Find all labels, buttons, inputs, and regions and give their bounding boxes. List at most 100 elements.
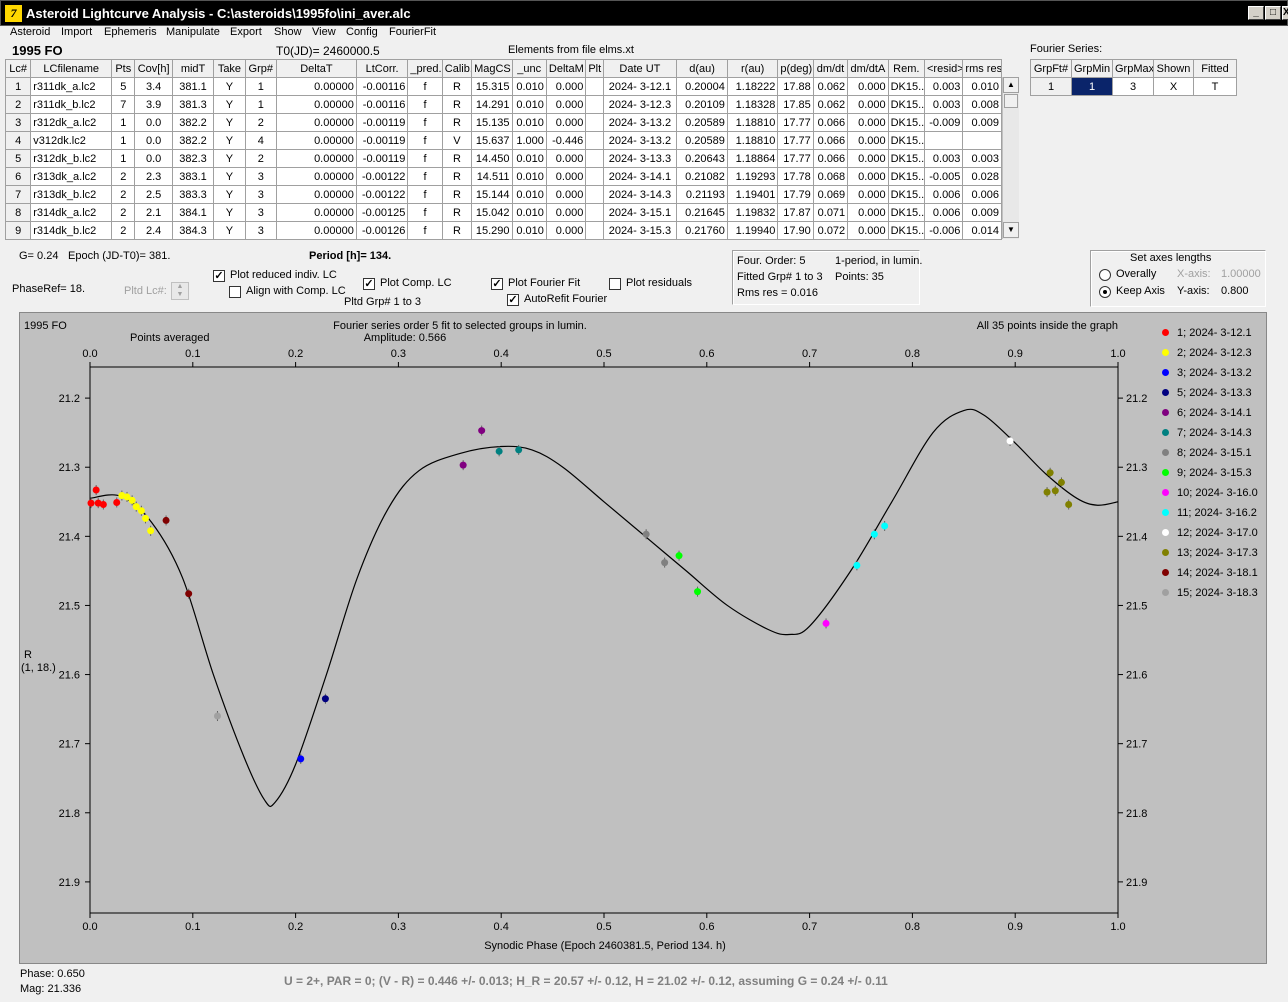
table-cell[interactable]: 2.5 bbox=[134, 185, 173, 204]
table-cell[interactable]: R bbox=[441, 113, 473, 132]
table-cell[interactable]: 1.18810 bbox=[726, 131, 779, 150]
table-cell[interactable]: 3 bbox=[244, 167, 277, 186]
table-cell[interactable]: 0.00000 bbox=[275, 149, 357, 168]
table-cell[interactable]: 0.21645 bbox=[676, 203, 728, 222]
table-cell[interactable]: 15.637 bbox=[471, 131, 513, 150]
fourier-cell-grpft[interactable]: 1 bbox=[1030, 77, 1072, 96]
column-header[interactable]: _unc bbox=[511, 59, 547, 78]
x-axis-value[interactable]: 1.00000 bbox=[1221, 268, 1261, 280]
table-cell[interactable]: -0.009 bbox=[923, 113, 964, 132]
scroll-thumb[interactable] bbox=[1004, 94, 1018, 108]
table-cell[interactable]: 0.000 bbox=[847, 149, 889, 168]
fourier-cell-grpmin[interactable]: 1 bbox=[1071, 77, 1113, 96]
table-cell[interactable]: 5 bbox=[111, 77, 136, 96]
table-cell[interactable]: 2024- 3-14.3 bbox=[602, 185, 678, 204]
table-cell[interactable]: 2 bbox=[244, 149, 277, 168]
table-cell[interactable]: 0.068 bbox=[812, 167, 849, 186]
table-cell[interactable]: 0.010 bbox=[962, 77, 1002, 96]
column-header[interactable]: Date UT bbox=[602, 59, 678, 78]
table-cell[interactable]: r313dk_b.lc2 bbox=[30, 185, 113, 204]
menu-import[interactable]: Import bbox=[61, 26, 92, 38]
table-cell[interactable]: 2.3 bbox=[134, 167, 173, 186]
table-cell[interactable]: 0.006 bbox=[923, 185, 964, 204]
table-cell[interactable]: r314dk_a.lc2 bbox=[30, 203, 113, 222]
table-cell[interactable]: 0.0 bbox=[134, 149, 173, 168]
table-cell[interactable]: -0.00116 bbox=[355, 95, 409, 114]
table-cell[interactable] bbox=[962, 131, 1002, 150]
table-cell[interactable] bbox=[923, 131, 964, 150]
table-cell[interactable]: 2 bbox=[111, 167, 136, 186]
table-cell[interactable]: 1.19940 bbox=[726, 221, 779, 240]
table-cell[interactable]: 2024- 3-12.3 bbox=[602, 95, 678, 114]
table-cell[interactable] bbox=[585, 203, 604, 222]
table-cell[interactable]: 0.000 bbox=[545, 149, 587, 168]
table-cell[interactable]: -0.005 bbox=[923, 167, 964, 186]
table-cell[interactable]: 0.00000 bbox=[275, 95, 357, 114]
table-cell[interactable]: r311dk_b.lc2 bbox=[30, 95, 113, 114]
table-cell[interactable]: Y bbox=[213, 185, 246, 204]
table-cell[interactable]: 0.006 bbox=[962, 185, 1002, 204]
autorefit-checkbox[interactable]: ✓ bbox=[507, 294, 519, 306]
table-cell[interactable]: 17.90 bbox=[777, 221, 814, 240]
close-button[interactable]: X bbox=[1282, 6, 1288, 20]
table-cell[interactable]: 0.010 bbox=[511, 203, 547, 222]
table-cell[interactable]: 0.062 bbox=[812, 95, 849, 114]
table-cell[interactable]: f bbox=[407, 167, 443, 186]
table-cell[interactable]: 0.069 bbox=[812, 185, 849, 204]
table-cell[interactable]: 0.000 bbox=[847, 113, 889, 132]
table-cell[interactable]: 0.21082 bbox=[676, 167, 728, 186]
table-cell[interactable]: 0.010 bbox=[511, 95, 547, 114]
table-cell[interactable]: 14.450 bbox=[471, 149, 513, 168]
table-cell[interactable]: 0.010 bbox=[511, 221, 547, 240]
table-cell[interactable]: 1.18328 bbox=[726, 95, 779, 114]
column-header[interactable]: rms res bbox=[962, 59, 1002, 78]
row-number[interactable]: 3 bbox=[4, 113, 32, 132]
maximize-button[interactable]: □ bbox=[1265, 6, 1281, 20]
table-cell[interactable]: 383.3 bbox=[171, 185, 215, 204]
table-cell[interactable]: v312dk.lc2 bbox=[30, 131, 113, 150]
table-cell[interactable]: 384.3 bbox=[171, 221, 215, 240]
table-cell[interactable]: 0.000 bbox=[545, 77, 587, 96]
table-cell[interactable]: 1 bbox=[111, 113, 136, 132]
table-cell[interactable]: R bbox=[441, 185, 473, 204]
table-cell[interactable]: 17.85 bbox=[777, 95, 814, 114]
table-cell[interactable]: 1 bbox=[244, 77, 277, 96]
table-cell[interactable] bbox=[585, 185, 604, 204]
table-cell[interactable] bbox=[585, 131, 604, 150]
table-row[interactable]: 7 r313dk_b.lc2 2 2.5 383.3 Y 3 0.00000 -0.00122 f… bbox=[4, 185, 1002, 204]
scroll-up-icon[interactable]: ▲ bbox=[1003, 77, 1019, 93]
column-header[interactable]: Rem. bbox=[887, 59, 926, 78]
table-cell[interactable]: -0.00125 bbox=[355, 203, 409, 222]
table-cell[interactable]: 0.00000 bbox=[275, 203, 357, 222]
table-cell[interactable]: 0.000 bbox=[847, 185, 889, 204]
table-cell[interactable]: 0.000 bbox=[545, 167, 587, 186]
table-cell[interactable]: 15.144 bbox=[471, 185, 513, 204]
table-cell[interactable]: 2 bbox=[244, 113, 277, 132]
menu-view[interactable]: View bbox=[312, 26, 336, 38]
table-cell[interactable]: 0.21760 bbox=[676, 221, 728, 240]
table-cell[interactable]: 0.00000 bbox=[275, 77, 357, 96]
scroll-down-icon[interactable]: ▼ bbox=[1003, 222, 1019, 238]
table-cell[interactable]: DK15.. bbox=[887, 167, 926, 186]
table-cell[interactable]: 0.00000 bbox=[275, 113, 357, 132]
table-cell[interactable]: r314dk_b.lc2 bbox=[30, 221, 113, 240]
table-cell[interactable]: 0.014 bbox=[962, 221, 1002, 240]
table-cell[interactable]: 14.291 bbox=[471, 95, 513, 114]
table-cell[interactable]: 4 bbox=[244, 131, 277, 150]
table-cell[interactable]: 0.006 bbox=[923, 203, 964, 222]
column-header[interactable]: Grp# bbox=[244, 59, 277, 78]
table-cell[interactable]: 2.1 bbox=[134, 203, 173, 222]
table-cell[interactable]: 0.072 bbox=[812, 221, 849, 240]
table-cell[interactable]: 2024- 3-15.1 bbox=[602, 203, 678, 222]
column-header[interactable]: _pred. bbox=[407, 59, 443, 78]
column-header[interactable]: midT bbox=[171, 59, 215, 78]
table-cell[interactable]: -0.00119 bbox=[355, 113, 409, 132]
table-cell[interactable]: 2024- 3-13.2 bbox=[602, 131, 678, 150]
table-cell[interactable]: DK15.. bbox=[887, 149, 926, 168]
row-number[interactable]: 8 bbox=[4, 203, 32, 222]
column-header[interactable]: Pts bbox=[111, 59, 136, 78]
table-cell[interactable] bbox=[585, 77, 604, 96]
table-cell[interactable]: 1.18810 bbox=[726, 113, 779, 132]
column-header[interactable]: DeltaT bbox=[275, 59, 357, 78]
plot-reduced-checkbox[interactable]: ✓ bbox=[213, 270, 225, 282]
